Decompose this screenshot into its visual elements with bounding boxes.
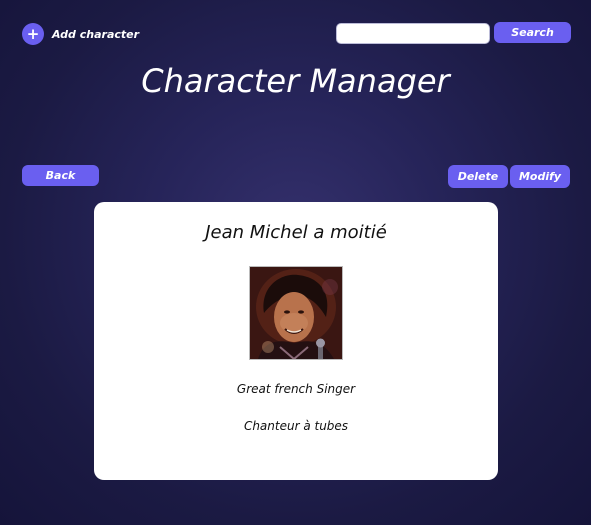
character-name: Jean Michel a moitié (205, 222, 387, 243)
character-card: Jean Michel a moitié Great french Singer… (94, 202, 498, 480)
modify-button[interactable]: Modify (510, 165, 570, 188)
add-character-label: Add character (52, 27, 140, 41)
delete-button[interactable]: Delete (448, 165, 508, 188)
search-button[interactable]: Search (494, 22, 571, 43)
plus-icon[interactable]: + (22, 23, 44, 45)
character-photo-image (250, 267, 342, 359)
add-character-button[interactable]: + Add character (22, 23, 139, 45)
character-description: Great french Singer (236, 382, 356, 396)
character-subtitle: Chanteur à tubes (243, 419, 349, 433)
character-photo (249, 266, 343, 360)
page-title: Character Manager (141, 62, 450, 100)
back-button[interactable]: Back (22, 165, 99, 186)
search-input[interactable] (336, 23, 490, 44)
